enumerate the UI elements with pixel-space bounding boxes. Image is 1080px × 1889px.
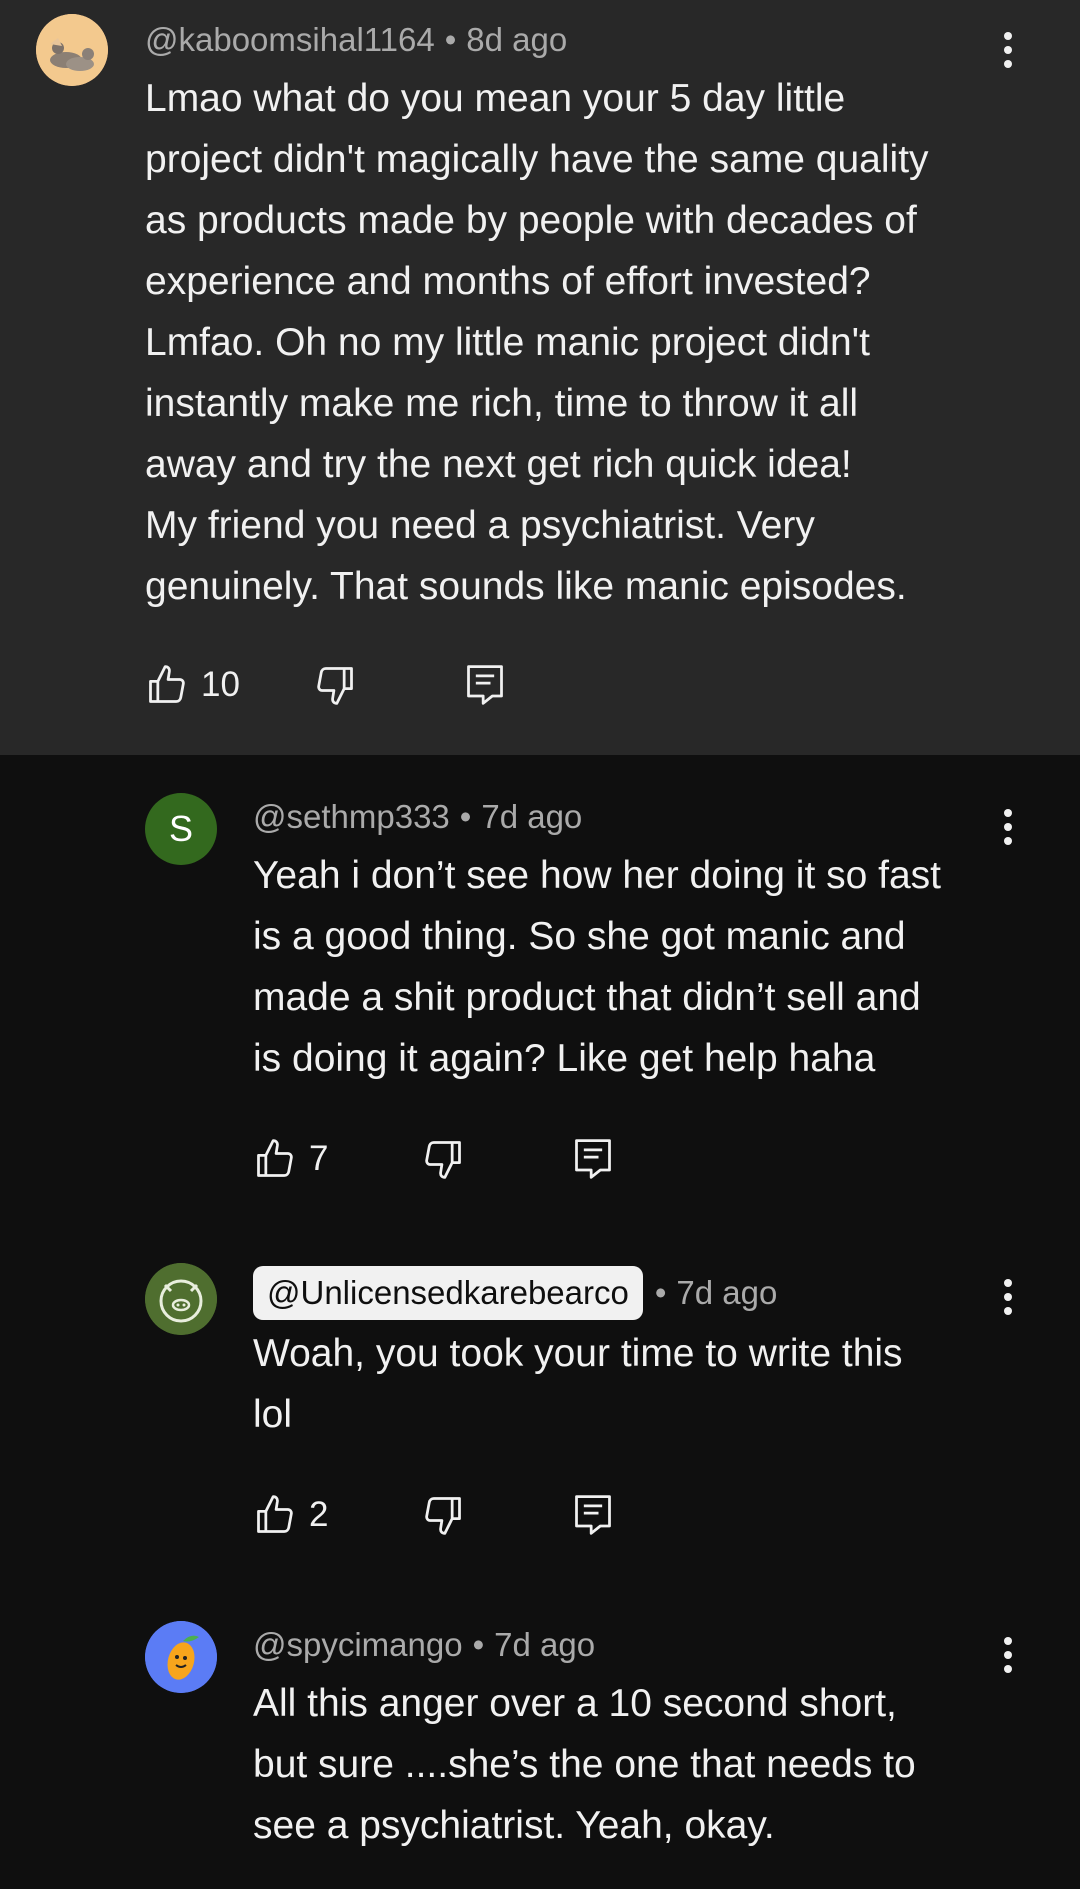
pig-avatar-icon (145, 1263, 217, 1335)
meta-separator: • (459, 798, 472, 835)
kebab-dot (1004, 60, 1012, 68)
comment-text: Woah, you took your time to write this l… (253, 1332, 903, 1436)
mango-avatar-icon (145, 1621, 217, 1693)
like-count: 7 (309, 1139, 329, 1178)
avatar[interactable] (36, 14, 108, 86)
thumbs-up-icon (257, 1139, 293, 1177)
thumbs-up-icon (257, 1495, 293, 1533)
kebab-dot (1004, 1293, 1012, 1301)
kebab-dot (1004, 1651, 1012, 1659)
kebab-dot (1004, 1637, 1012, 1645)
reply-icon (575, 1495, 611, 1535)
thumbs-up-icon (149, 665, 185, 703)
comment-time: 7d ago (494, 1626, 596, 1663)
avatar[interactable]: S (145, 793, 217, 865)
dislike-button[interactable] (313, 655, 357, 715)
reply-icon (575, 1139, 611, 1179)
comment-time: 8d ago (466, 21, 568, 58)
reply-icon (467, 665, 503, 705)
like-count: 2 (309, 1495, 329, 1534)
comment-card: S @sethmp333 • 7d ago Yeah i don’t see h… (0, 755, 1080, 1225)
avatar[interactable] (145, 1621, 217, 1693)
comment-author-highlighted[interactable]: @Unlicensedkarebearco (253, 1266, 643, 1320)
kebab-dot (1004, 46, 1012, 54)
comment-meta: @Unlicensedkarebearco • 7d ago (253, 1265, 777, 1321)
pigeon-avatar-icon (36, 14, 108, 86)
comment-meta: @kaboomsihal1164 • 8d ago (145, 12, 567, 68)
reply-button[interactable] (463, 655, 507, 715)
thumbs-down-icon (425, 1497, 461, 1535)
like-count: 10 (201, 665, 240, 704)
comment-time: 7d ago (676, 1274, 778, 1311)
comment-text: Yeah i don’t see how her doing it so fas… (253, 854, 942, 1080)
kebab-dot (1004, 1279, 1012, 1287)
comment-time: 7d ago (481, 798, 583, 835)
kebab-dot (1004, 1665, 1012, 1673)
comment-text: Lmao what do you mean your 5 day little … (145, 77, 929, 608)
comment-actions: 10 (145, 655, 545, 715)
comment-author[interactable]: @sethmp333 (253, 798, 450, 836)
comment-actions: 7 (253, 1129, 653, 1189)
meta-separator: • (654, 1274, 667, 1311)
comment-author[interactable]: @kaboomsihal1164 (145, 21, 435, 59)
comment-meta: @sethmp333 • 7d ago (253, 789, 582, 845)
comment-card: @kaboomsihal1164 • 8d ago Lmao what do y… (0, 0, 1080, 755)
more-options-button[interactable] (988, 1267, 1028, 1327)
like-button[interactable]: 10 (145, 655, 240, 715)
reply-button[interactable] (571, 1485, 615, 1545)
meta-separator: • (472, 1626, 485, 1663)
kebab-dot (1004, 823, 1012, 831)
comment-card: @spycimango • 7d ago All this anger over… (0, 1575, 1080, 1889)
comment-actions: 2 (253, 1485, 653, 1545)
kebab-dot (1004, 837, 1012, 845)
reply-button[interactable] (571, 1129, 615, 1189)
dislike-button[interactable] (421, 1485, 465, 1545)
kebab-dot (1004, 809, 1012, 817)
thumbs-down-icon (425, 1141, 461, 1179)
comment-card: @Unlicensedkarebearco • 7d ago Woah, you… (0, 1225, 1080, 1575)
like-button[interactable]: 2 (253, 1485, 328, 1545)
comment-author[interactable]: @spycimango (253, 1626, 463, 1664)
comment-meta: @spycimango • 7d ago (253, 1617, 595, 1673)
dislike-button[interactable] (421, 1129, 465, 1189)
kebab-dot (1004, 32, 1012, 40)
meta-separator: • (444, 21, 457, 58)
avatar[interactable] (145, 1263, 217, 1335)
thumbs-down-icon (317, 667, 353, 705)
like-button[interactable]: 7 (253, 1129, 328, 1189)
avatar-letter: S (168, 808, 193, 849)
kebab-dot (1004, 1307, 1012, 1315)
comment-text: All this anger over a 10 second short, b… (253, 1682, 916, 1847)
